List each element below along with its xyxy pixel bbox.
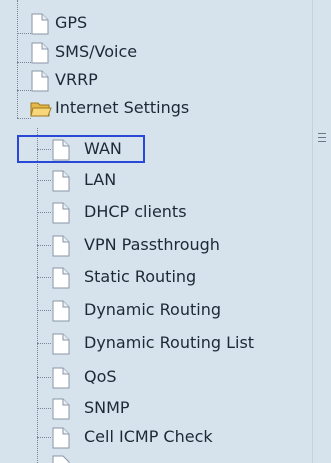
tree-item-label: SNMP xyxy=(84,398,130,417)
tree-item-snmp[interactable]: SNMP xyxy=(0,395,312,422)
tree-item-label: Dynamic Routing xyxy=(84,300,221,319)
tree-item-static-routing[interactable]: Static Routing xyxy=(0,264,312,291)
tree-item-label: LAN xyxy=(84,170,117,189)
tree-item-lan[interactable]: LAN xyxy=(0,167,312,194)
tree-item-dhcp-clients[interactable]: DHCP clients xyxy=(0,199,312,226)
tree-item-vpn-passthrough[interactable]: VPN Passthrough xyxy=(0,232,312,259)
document-icon xyxy=(52,367,70,389)
tree-item-wan[interactable]: WAN xyxy=(0,136,312,163)
tree-item-label: VRRP xyxy=(55,70,98,89)
document-icon xyxy=(52,398,70,420)
tree-item-label: QoS xyxy=(84,367,117,386)
document-icon xyxy=(31,42,49,64)
tree-item-label: VPN Passthrough xyxy=(84,235,220,254)
tree-item-label: WAN xyxy=(84,139,122,158)
tree-item-cell-icmp-check[interactable]: Cell ICMP Check xyxy=(0,424,312,451)
tree-item-label: Cell ICMP Check xyxy=(84,427,213,446)
tree-item-label: Static Routing xyxy=(84,267,197,286)
tree-item-vrrp[interactable]: VRRP xyxy=(0,67,312,94)
document-icon xyxy=(52,427,70,449)
document-icon xyxy=(52,202,70,224)
scrollbar-grip-icon[interactable] xyxy=(318,133,326,145)
document-icon xyxy=(52,267,70,289)
document-icon xyxy=(52,235,70,257)
document-icon xyxy=(52,455,70,463)
tree-item-label: GPS xyxy=(55,13,88,32)
tree-item-gps[interactable]: GPS xyxy=(0,10,312,37)
tree-item-sms-voice[interactable]: SMS/Voice xyxy=(0,39,312,66)
tree-item-qos[interactable]: QoS xyxy=(0,364,312,391)
vertical-scrollbar[interactable] xyxy=(312,0,331,463)
tree-item-internet-settings[interactable]: Internet Settings xyxy=(0,95,312,122)
document-icon xyxy=(52,170,70,192)
tree-item-label: Dynamic Routing List xyxy=(84,333,255,352)
document-icon xyxy=(52,300,70,322)
tree-item-label: DHCP clients xyxy=(84,202,187,221)
document-icon xyxy=(31,13,49,35)
tree-item-label: SMS/Voice xyxy=(55,42,138,61)
navigation-tree: GPS SMS/Voice VRRP Internet Settings WAN xyxy=(0,0,312,463)
tree-item-label: Internet Settings xyxy=(55,98,190,117)
tree-item-dynamic-routing[interactable]: Dynamic Routing xyxy=(0,297,312,324)
document-icon xyxy=(52,333,70,355)
tree-item-dynamic-routing-list[interactable]: Dynamic Routing List xyxy=(0,330,312,357)
folder-open-icon xyxy=(30,102,52,117)
document-icon xyxy=(31,70,49,92)
document-icon xyxy=(52,139,70,161)
